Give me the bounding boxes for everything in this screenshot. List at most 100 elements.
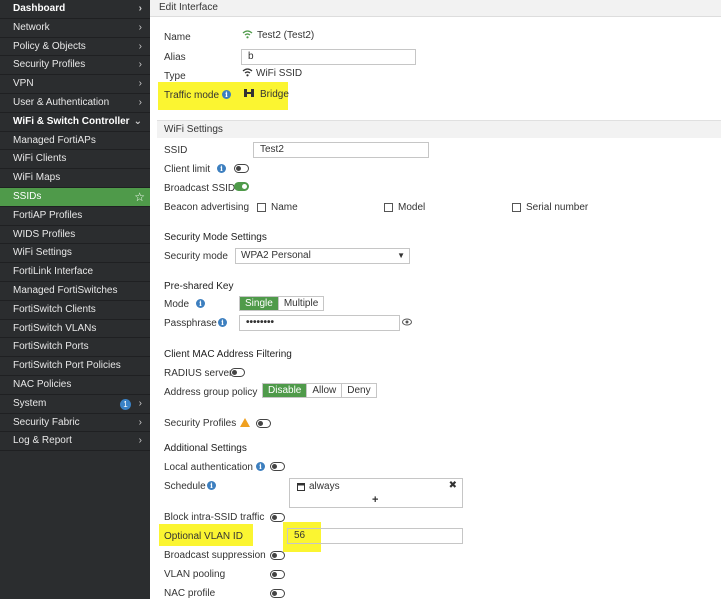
broadcast-suppression-toggle[interactable] [270, 551, 285, 560]
client-limit-toggle[interactable] [234, 164, 249, 173]
mac-filter-title: Client MAC Address Filtering [164, 349, 292, 360]
nac-profile-label: NAC profile [164, 588, 216, 599]
sidebar-item-label: Log & Report [13, 435, 72, 447]
remove-icon[interactable]: ✖ [449, 480, 457, 491]
radius-server-label: RADIUS server [164, 368, 233, 379]
sidebar-item-wifi-clients[interactable]: WiFi Clients [0, 150, 150, 170]
sidebar-item-wids-profiles[interactable]: WIDS Profiles [0, 225, 150, 245]
vlan-id-label: Optional VLAN ID [164, 531, 243, 542]
sidebar-item-nac-policies[interactable]: NAC Policies [0, 376, 150, 395]
nac-profile-toggle[interactable] [270, 589, 285, 598]
psk-mode-multiple[interactable]: Multiple [279, 297, 323, 310]
policy-deny[interactable]: Deny [342, 384, 375, 397]
chevron-right-icon: › [138, 435, 142, 447]
local-auth-toggle[interactable] [270, 462, 285, 471]
info-icon[interactable]: i [218, 318, 227, 327]
passphrase-input[interactable]: •••••••• [239, 315, 400, 331]
sidebar-item-fortiswitch-clients[interactable]: FortiSwitch Clients [0, 300, 150, 320]
beacon-name-checkbox[interactable] [257, 203, 266, 212]
sidebar-item-dashboard[interactable]: Dashboard › [0, 0, 150, 19]
broadcast-ssid-label: Broadcast SSID [164, 183, 236, 194]
security-profiles-toggle[interactable] [256, 419, 271, 428]
sidebar: Dashboard › Network › Policy & Objects › Se… [0, 0, 150, 599]
sidebar-item-fortiswitch-port-policies[interactable]: FortiSwitch Port Policies [0, 357, 150, 376]
sidebar-item-managed-fortiaps[interactable]: Managed FortiAPs [0, 131, 150, 151]
wifi-icon [242, 68, 253, 77]
sidebar-item-system[interactable]: System 1 › [0, 395, 150, 414]
add-icon[interactable]: + [372, 494, 378, 506]
address-group-policy-toggle[interactable]: Disable Allow Deny [262, 383, 377, 398]
ssid-label: SSID [164, 145, 188, 156]
info-icon[interactable]: i [217, 164, 226, 173]
sidebar-item-log-report[interactable]: Log & Report › [0, 432, 150, 452]
sidebar-item-label: FortiLink Interface [13, 266, 94, 278]
name-label: Name [164, 32, 191, 43]
vlan-id-input[interactable]: 56 [287, 528, 463, 544]
sidebar-item-label: FortiSwitch Port Policies [13, 360, 121, 372]
info-icon[interactable]: i [196, 299, 205, 308]
chevron-right-icon: › [138, 78, 142, 90]
block-intra-ssid-toggle[interactable] [270, 513, 285, 522]
sidebar-item-label: FortiSwitch VLANs [13, 322, 97, 334]
sidebar-item-security-profiles[interactable]: Security Profiles › [0, 56, 150, 76]
sidebar-item-fortilink-interface[interactable]: FortiLink Interface [0, 263, 150, 282]
sidebar-item-fortiap-profiles[interactable]: FortiAP Profiles [0, 206, 150, 226]
wifi-icon [242, 30, 253, 39]
sidebar-item-label: WiFi Maps [13, 172, 61, 184]
interface-name-value: Test2 (Test2) [257, 30, 315, 41]
sidebar-item-label: Dashboard [13, 3, 66, 14]
ssid-input[interactable]: Test2 [253, 142, 429, 158]
sidebar-item-label: WiFi Settings [13, 247, 72, 259]
sidebar-item-wifi-settings[interactable]: WiFi Settings [0, 244, 150, 264]
passphrase-label: Passphrase [164, 318, 217, 329]
sidebar-item-label: Managed FortiAPs [13, 134, 96, 146]
sidebar-item-label: Policy & Objects [13, 40, 86, 52]
radius-server-toggle[interactable] [230, 368, 245, 377]
alias-input[interactable]: b [241, 49, 416, 65]
sidebar-item-label: WIDS Profiles [13, 228, 76, 240]
wifi-settings-header: WiFi Settings [157, 120, 721, 138]
sidebar-item-vpn[interactable]: VPN › [0, 75, 150, 94]
sidebar-item-wifi-switch[interactable]: WiFi & Switch Controller ⌄ [0, 113, 150, 132]
chevron-right-icon: › [138, 59, 142, 71]
info-icon[interactable]: i [256, 462, 265, 471]
security-mode-select[interactable]: WPA2 Personal ▼ [235, 248, 410, 264]
sidebar-item-label: FortiAP Profiles [13, 209, 83, 221]
schedule-value: always [309, 481, 340, 492]
star-icon[interactable]: ☆ [134, 188, 145, 207]
additional-settings-title: Additional Settings [164, 443, 247, 454]
vlan-pooling-toggle[interactable] [270, 570, 285, 579]
sidebar-item-managed-fortiswitches[interactable]: Managed FortiSwitches [0, 282, 150, 301]
policy-disable[interactable]: Disable [263, 384, 308, 397]
security-mode-title: Security Mode Settings [164, 232, 267, 243]
sidebar-item-fortiswitch-vlans[interactable]: FortiSwitch VLANs [0, 319, 150, 339]
psk-mode-single[interactable]: Single [240, 297, 279, 310]
sidebar-item-label: VPN [13, 78, 34, 90]
sidebar-item-user-auth[interactable]: User & Authentication › [0, 94, 150, 113]
vlan-pooling-label: VLAN pooling [164, 569, 226, 580]
chevron-right-icon: › [138, 416, 142, 428]
security-mode-label: Security mode [164, 251, 228, 262]
sidebar-item-label: Security Profiles [13, 59, 86, 71]
beacon-serial-checkbox[interactable] [512, 203, 521, 212]
warning-icon [240, 418, 250, 427]
sidebar-item-network[interactable]: Network › [0, 19, 150, 38]
chevron-right-icon: › [138, 21, 142, 33]
chevron-down-icon: ⌄ [133, 115, 142, 127]
info-icon[interactable]: i [207, 481, 216, 490]
sidebar-item-policy-objects[interactable]: Policy & Objects › [0, 38, 150, 57]
sidebar-item-wifi-maps[interactable]: WiFi Maps [0, 169, 150, 188]
schedule-field[interactable]: always ✖ + [289, 478, 463, 508]
policy-allow[interactable]: Allow [307, 384, 343, 397]
sidebar-item-security-fabric[interactable]: Security Fabric › [0, 414, 150, 433]
beacon-model-checkbox[interactable] [384, 203, 393, 212]
psk-mode-toggle[interactable]: Single Multiple [239, 296, 325, 311]
sidebar-item-label: WiFi & Switch Controller [13, 115, 130, 127]
sidebar-item-label: SSIDs [13, 191, 42, 202]
sidebar-item-ssids[interactable]: SSIDs ☆ [0, 188, 150, 207]
broadcast-ssid-toggle[interactable] [234, 182, 249, 191]
eye-icon[interactable] [402, 318, 412, 326]
sidebar-item-fortiswitch-ports[interactable]: FortiSwitch Ports [0, 338, 150, 358]
info-icon[interactable]: i [222, 90, 231, 99]
sidebar-item-label: Security Fabric [13, 416, 80, 428]
